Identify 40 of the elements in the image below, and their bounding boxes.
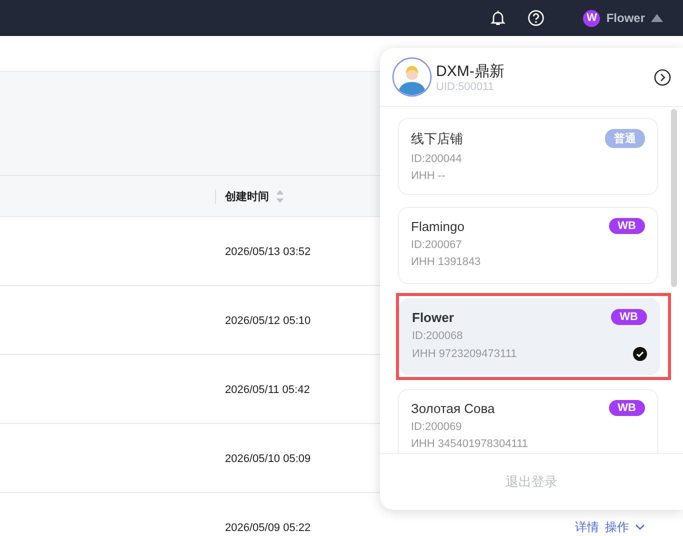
action-link[interactable]: 详情 xyxy=(575,518,599,536)
store-id: ID:200068 xyxy=(412,330,464,342)
platform-tag: 普通 xyxy=(605,129,645,148)
account-uid: UID:500011 xyxy=(436,80,495,92)
account-name: DXM-鼎新 xyxy=(436,62,506,80)
user-menu[interactable]: W Flower xyxy=(583,10,663,26)
platform-tag: WB xyxy=(608,400,645,416)
store-card[interactable]: Flamingo WB ID:200067 ИНН 1391843 xyxy=(398,207,658,284)
store-card[interactable]: 线下店铺 普通 ID:200044 ИНН -- xyxy=(398,118,658,195)
table-cell: 2026/05/13 03:52 xyxy=(225,246,311,258)
store-name: Flower xyxy=(412,310,454,324)
store-inn: ИНН 1391843 xyxy=(411,256,481,268)
chevron-right-circle-icon[interactable] xyxy=(654,68,671,86)
platform-tag: WB xyxy=(608,218,645,234)
user-avatar-icon xyxy=(392,57,432,97)
store-inn: ИНН -- xyxy=(411,170,446,182)
user-avatar: W xyxy=(583,10,600,26)
help-icon[interactable] xyxy=(527,9,546,27)
check-circle-icon xyxy=(633,347,647,361)
store-id: ID:200044 xyxy=(411,153,463,165)
store-name: Золотая Сова xyxy=(411,400,495,416)
table-cell: 2026/05/09 05:22 xyxy=(225,522,311,534)
chevron-down-icon xyxy=(635,524,645,530)
store-card[interactable]: Flower WB ID:200068 ИНН 9723209473111 xyxy=(399,298,660,375)
store-inn: ИНН 345401978304111 xyxy=(411,438,528,450)
platform-tag: WB xyxy=(610,309,647,325)
user-name: Flower xyxy=(606,11,645,25)
store-name: Flamingo xyxy=(411,218,464,234)
table-cell: 2026/05/10 05:09 xyxy=(225,453,311,465)
table-cell: 2026/05/11 05:42 xyxy=(225,384,310,396)
store-card[interactable]: Золотая Сова WB ID:200069 ИНН 345401978304111 xyxy=(398,389,658,453)
store-inn: ИНН 9723209473111 xyxy=(412,348,517,360)
scrollbar[interactable] xyxy=(671,109,677,287)
bell-icon[interactable] xyxy=(489,9,508,27)
store-id: ID:200067 xyxy=(411,239,463,251)
table-cell: 2026/05/12 05:10 xyxy=(225,315,311,327)
column-header[interactable]: 创建时间 xyxy=(215,188,269,204)
store-name: 线下店铺 xyxy=(411,130,463,148)
action-link[interactable]: 操作 xyxy=(605,518,629,536)
store-id: ID:200069 xyxy=(411,421,463,433)
